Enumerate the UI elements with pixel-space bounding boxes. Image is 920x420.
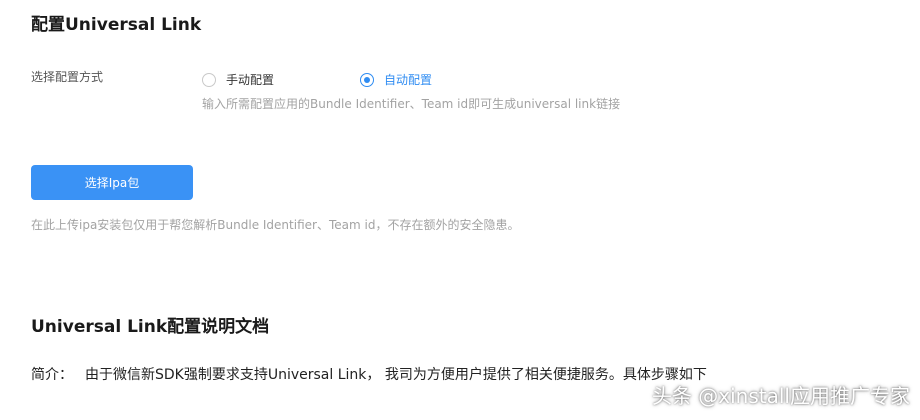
intro-text: 由于微信新SDK强制要求支持Universal Link， 我司为方便用户提供了… [85, 367, 707, 383]
auto-config-hint: 输入所需配置应用的Bundle Identifier、Team id即可生成un… [202, 97, 621, 111]
radio-auto-config[interactable]: 自动配置 [360, 71, 432, 88]
radio-checked-icon [360, 72, 374, 87]
radio-manual-config[interactable]: 手动配置 [202, 71, 274, 88]
watermark-text: 头条 @xinstall应用推广专家 [651, 384, 910, 408]
section-title-docs: Universal Link配置说明文档 [31, 317, 270, 337]
radio-unchecked-icon [202, 72, 216, 87]
section-title-config: 配置Universal Link [31, 15, 202, 35]
upload-security-hint: 在此上传ipa安装包仅用于帮您解析Bundle Identifier、Team … [31, 218, 520, 232]
radio-manual-label: 手动配置 [226, 73, 275, 87]
intro-paragraph: 简介： 由于微信新SDK强制要求支持Universal Link， 我司为方便用户… [31, 364, 707, 384]
select-ipa-button[interactable]: 选择Ipa包 [31, 165, 193, 200]
radio-auto-label: 自动配置 [384, 73, 433, 87]
intro-label: 简介： [31, 367, 73, 383]
config-method-label: 选择配置方式 [31, 70, 104, 84]
